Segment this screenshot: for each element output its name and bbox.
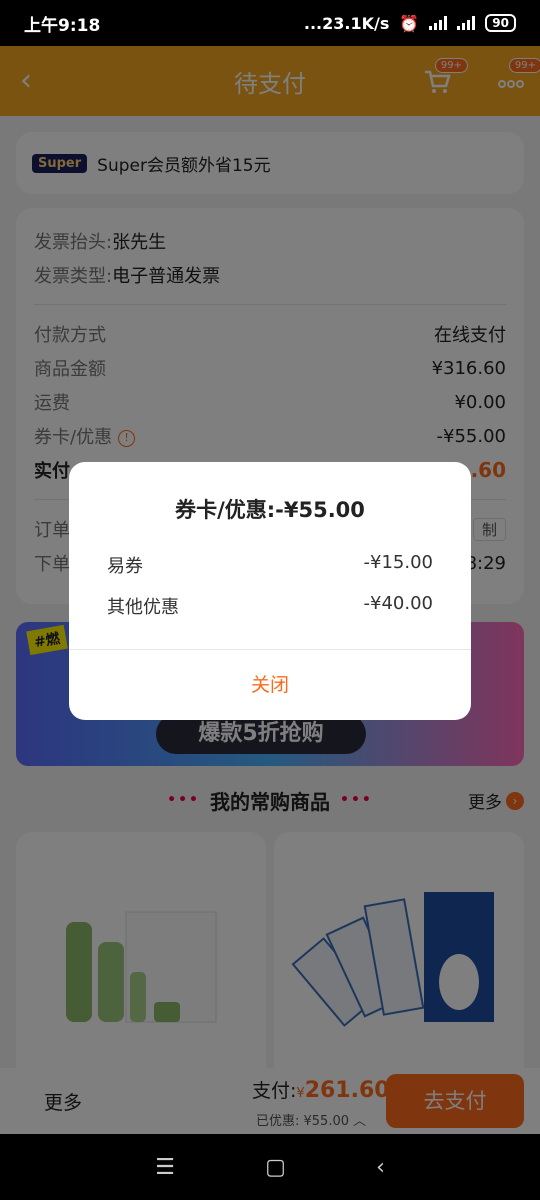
status-bar: 上午9:18 ...23.1K/s ⏰ 90 <box>0 0 540 46</box>
modal-title: 券卡/优惠:-¥55.00 <box>175 498 365 522</box>
modal-row-yiquan: 易券 -¥15.00 <box>107 552 433 578</box>
modal-row-label: 其他优惠 <box>107 597 179 618</box>
modal-row-other: 其他优惠 -¥40.00 <box>107 593 433 619</box>
back-nav-icon[interactable]: ‹ <box>376 1155 385 1180</box>
status-time: 上午9:18 <box>24 15 101 36</box>
modal-row-label: 易券 <box>107 556 143 577</box>
signal-icon <box>429 16 448 30</box>
network-speed: ...23.1K/s <box>303 13 390 33</box>
close-button[interactable]: 关闭 <box>69 650 471 720</box>
status-indicators: ...23.1K/s ⏰ 90 <box>304 14 516 33</box>
modal-row-value: -¥15.00 <box>363 552 433 573</box>
modal-row-value: -¥40.00 <box>363 593 433 614</box>
recent-apps-icon[interactable]: ☰ <box>155 1155 175 1180</box>
home-icon[interactable]: ▢ <box>265 1155 286 1180</box>
battery-icon: 90 <box>485 14 516 32</box>
alarm-icon: ⏰ <box>399 13 420 33</box>
system-nav-bar: ☰ ▢ ‹ <box>0 1134 540 1200</box>
coupon-detail-modal: 券卡/优惠:-¥55.00 易券 -¥15.00 其他优惠 -¥40.00 关闭 <box>69 462 471 720</box>
signal-icon-2 <box>457 16 476 30</box>
